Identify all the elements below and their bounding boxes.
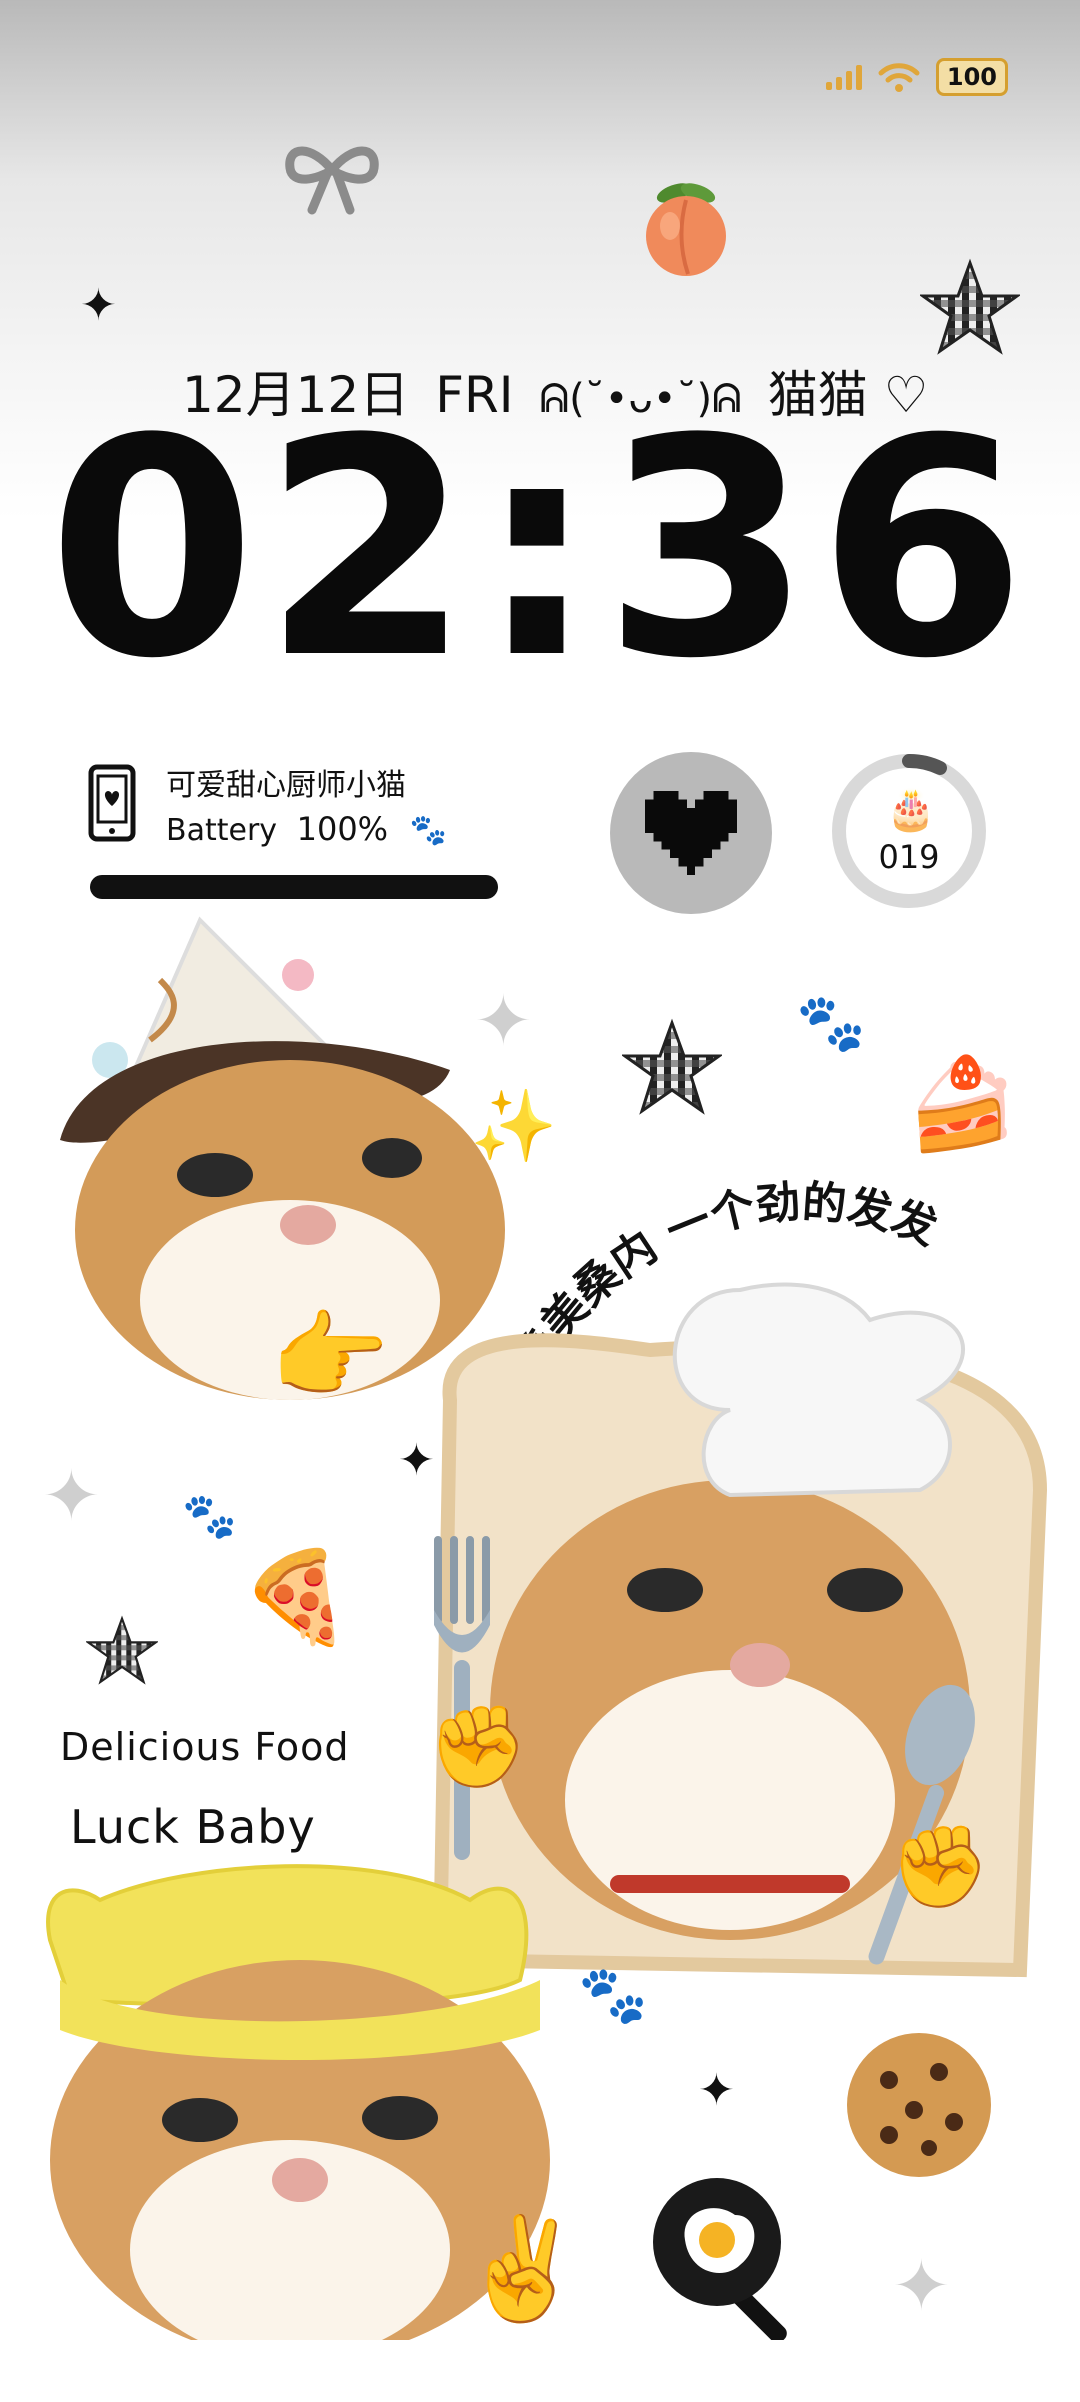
battery-progress-bar — [90, 875, 498, 899]
gray-star-icon: ✦ — [892, 2245, 951, 2327]
hand-right-icon: ✊ — [890, 1820, 990, 1913]
plaid-star-icon — [622, 1018, 722, 1115]
wifi-icon — [878, 63, 920, 92]
hand-left-icon: ✊ — [428, 1700, 528, 1793]
gray-star-icon: ✦ — [474, 980, 533, 1062]
bow-icon — [285, 146, 379, 215]
birthday-cake-icon: 🎂 — [886, 787, 936, 833]
signal-bars-icon — [825, 64, 862, 90]
peace-hand-icon: ✌️ — [460, 2210, 585, 2327]
paw-print-icon: 🐾 — [182, 1491, 237, 1542]
cake-count: 019 — [878, 838, 940, 876]
phone-icon — [88, 764, 136, 842]
pixel-heart-icon — [645, 791, 737, 875]
battery-percent: 100% — [296, 810, 389, 848]
sparkle-icon: ✦ — [698, 2065, 735, 2116]
peach-icon — [646, 183, 726, 276]
gray-star-icon: ✦ — [42, 1455, 101, 1537]
sparkle-icon: ✦ — [80, 280, 117, 331]
battery-widget-status: Battery 100% 🐾 — [166, 810, 447, 848]
battery-level-badge: 100 — [935, 58, 1008, 96]
lock-clock[interactable]: 02:36 — [0, 400, 1080, 700]
decor-text-luck: Luck Baby — [70, 1800, 316, 1854]
sparkle-icon: ✦ — [398, 1435, 435, 1486]
paw-icon: 🐾 — [409, 813, 447, 848]
decor-text-delicious: Delicious Food — [60, 1725, 350, 1769]
cake-slice-icon: 🍰 — [906, 1052, 1019, 1157]
status-bar: 100 — [825, 58, 1008, 96]
heart-widget[interactable] — [610, 752, 772, 914]
battery-widget-title: 可爱甜心厨师小猫 — [166, 768, 406, 803]
battery-label: Battery — [166, 813, 278, 848]
plaid-star-icon — [920, 258, 1020, 355]
cookie-icon — [844, 2030, 994, 2184]
plaid-star-icon — [86, 1615, 158, 1685]
paw-print-icon: 🐾 — [578, 1963, 648, 2028]
pointing-hand-icon: 👉 — [270, 1300, 390, 1412]
pizza-slice-icon: 🍕 — [240, 1545, 353, 1650]
paw-print-icon: 🐾 — [796, 991, 866, 1056]
cake-widget[interactable]: 🎂 019 — [828, 750, 990, 912]
frying-pan-egg-icon — [645, 2170, 815, 2344]
